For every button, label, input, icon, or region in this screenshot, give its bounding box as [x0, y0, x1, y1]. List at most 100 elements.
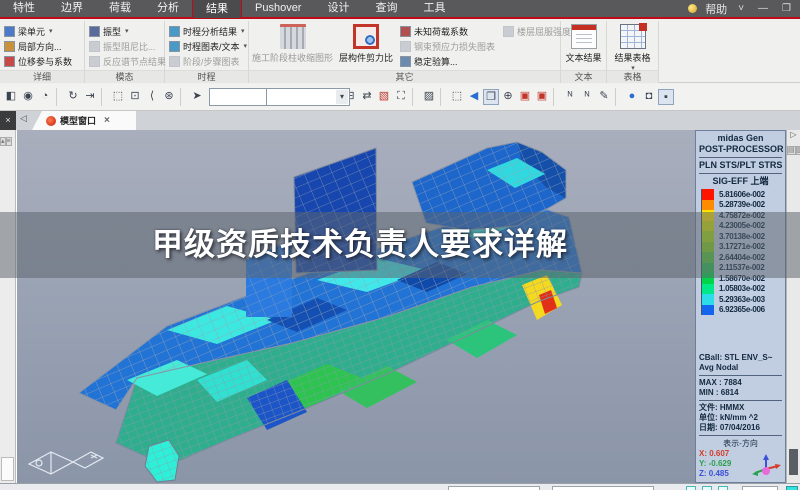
member-shear-ratio-button[interactable]: 层构件剪力比 — [336, 21, 396, 68]
ribbon-item[interactable]: 梁单元 ▾ — [4, 24, 80, 38]
model-viewport[interactable] — [16, 130, 695, 483]
active-all-icon[interactable]: ▣ — [517, 89, 533, 105]
ribbon-item[interactable]: 时程图表/文本 ▾ — [169, 39, 247, 53]
active-window-icon[interactable]: ▣ — [534, 89, 550, 105]
status-color-swatch[interactable] — [786, 486, 798, 490]
display-icon[interactable]: ❐ — [483, 89, 499, 105]
tab-scroll-left-icon[interactable]: ◁ — [20, 113, 27, 124]
works-tree-icon[interactable]: ▤ — [787, 146, 796, 155]
caret-icon: ▾ — [241, 28, 245, 35]
status-field[interactable] — [552, 486, 654, 490]
label-option-icon[interactable]: ✎ — [596, 89, 612, 105]
legend-mode: PLN STS/PLT STRS — [699, 160, 783, 170]
separator[interactable] — [553, 88, 559, 106]
pan-icon[interactable]: ⇄ — [359, 89, 375, 105]
window-controls: 帮助 ˅ — ❐ — [688, 1, 800, 17]
separator[interactable] — [101, 88, 107, 106]
redo-icon[interactable]: ↻ — [65, 89, 81, 105]
tree-icon[interactable]: ≡ — [5, 137, 12, 146]
text-result-button[interactable]: 文本结果 — [561, 21, 606, 64]
perspective-icon[interactable]: ⛶ — [393, 89, 409, 105]
overlay-band: 甲级资质技术负责人要求详解 — [0, 212, 800, 278]
caret-icon: ▾ — [125, 28, 129, 35]
menu-tab[interactable]: Pushover — [242, 0, 314, 18]
ribbon-item[interactable]: 局部方向... — [4, 39, 80, 53]
ribbon-item[interactable]: 稳定验算... — [400, 54, 495, 68]
status-toggle[interactable] — [686, 486, 696, 490]
goto-step-icon[interactable]: ⇥ — [82, 89, 98, 105]
display-option-icon[interactable]: ⊕ — [500, 89, 516, 105]
caret-icon: ▾ — [243, 43, 248, 50]
separator[interactable] — [615, 88, 621, 106]
minimize-button[interactable]: — — [755, 3, 771, 14]
ucs-combo[interactable] — [266, 88, 350, 106]
ribbon-item[interactable]: 振型阻尼比... — [89, 39, 160, 53]
status-field[interactable] — [742, 486, 778, 490]
ribbon-item-icon — [400, 25, 412, 37]
expand-right-icon[interactable]: ▷ — [787, 130, 800, 139]
render-view-icon[interactable]: ◀ — [466, 89, 482, 105]
menu-tab[interactable]: 设计 — [314, 0, 362, 18]
select-polygon-icon[interactable]: ⟨ — [144, 89, 160, 105]
hidden-surface-icon[interactable]: ⬚ — [449, 89, 465, 105]
ribbon-item[interactable]: 阶段/步骤图表 — [169, 54, 244, 68]
group-tree-icon[interactable]: ▥ — [795, 146, 800, 155]
menu-tab[interactable]: 荷载 — [96, 0, 144, 18]
separator[interactable] — [180, 88, 186, 106]
construction-stage-column-button[interactable]: 施工阶段柱收缩图形 — [249, 21, 336, 68]
element-number-icon[interactable]: ᴺ — [579, 89, 595, 105]
menu-tab[interactable]: 边界 — [48, 0, 96, 18]
legend-entry: 5.28739e-002 — [701, 199, 782, 210]
menu-tab[interactable]: 工具 — [410, 0, 458, 18]
lock-icon[interactable]: ◘ — [641, 89, 657, 105]
ribbon-item[interactable]: 振型 ▾ — [89, 24, 160, 38]
left-collapsed-panel[interactable]: ▴ ≡ — [0, 130, 16, 483]
result-table-button[interactable]: 结果表格 ▾ — [607, 21, 658, 72]
ribbon-item-icon — [400, 55, 412, 67]
select-circle-icon[interactable]: ⊛ — [161, 89, 177, 105]
ribbon-item[interactable]: 钢束预应力损失图表 — [400, 39, 495, 53]
status-toggle[interactable] — [702, 486, 712, 490]
ribbon: 梁单元 ▾ 局部方向... 位移参与系数 详细 振型 ▾ 振型阻尼比... 反应… — [0, 21, 800, 83]
chevron-down-icon[interactable]: ˅ — [735, 3, 747, 14]
ribbon-item[interactable]: 时程分析结果 ▾ — [169, 24, 245, 38]
pointer-icon[interactable]: ➤ — [189, 89, 205, 105]
node-number-icon[interactable]: ᴺ — [562, 89, 578, 105]
ribbon-item[interactable]: 未知荷载系数 — [400, 24, 495, 38]
query-icon[interactable]: ● — [624, 89, 640, 105]
separator[interactable] — [56, 88, 62, 106]
right-toolbar-strip[interactable]: ▷ ▤▥▦▧▨▩▤▥▦▧▨▩ — [786, 130, 800, 483]
select-previous-icon[interactable]: ◧ — [3, 89, 19, 105]
tab-model-window[interactable]: 模型窗口 × — [32, 111, 136, 130]
select-recent-icon[interactable]: ◉ — [20, 89, 36, 105]
legend-direction-title: 表示-方向 — [723, 439, 758, 448]
menu-tab[interactable]: 分析 — [144, 0, 192, 18]
separator[interactable] — [440, 88, 446, 106]
tab-close-icon[interactable]: × — [104, 115, 110, 126]
status-toggle[interactable] — [718, 486, 728, 490]
left-panel-thumb[interactable] — [1, 457, 14, 481]
legend-swatch — [701, 294, 714, 305]
menu-tab[interactable]: 结果 — [192, 0, 242, 18]
rotate-view-icon[interactable]: ◔ — [37, 89, 53, 105]
restore-button[interactable]: ❐ — [779, 3, 794, 14]
menu-tab[interactable]: 查询 — [362, 0, 410, 18]
scrollbar-thumb[interactable] — [789, 449, 798, 475]
caret-icon: ▾ — [49, 28, 53, 35]
help-button[interactable]: 帮助 — [705, 1, 727, 17]
select-window-icon[interactable]: ⬚ — [110, 89, 126, 105]
pin-icon[interactable]: ▴ — [0, 137, 6, 146]
view-triad-icon — [27, 451, 105, 475]
select-plane-icon[interactable]: ⊡ — [127, 89, 143, 105]
left-panel-close-button[interactable]: × — [0, 111, 16, 130]
status-field[interactable] — [448, 486, 540, 490]
shrink-icon[interactable]: ▨ — [421, 89, 437, 105]
dynamic-rotate-icon[interactable]: ▧ — [376, 89, 392, 105]
legend-panel: midas Gen POST-PROCESSOR PLN STS/PLT STR… — [695, 130, 786, 483]
separator[interactable] — [412, 88, 418, 106]
ribbon-item[interactable]: 位移参与系数 — [4, 54, 80, 68]
legend-min: MIN : 6814 — [699, 388, 739, 397]
ribbon-item[interactable]: 反应谱节点结果 — [89, 54, 166, 68]
menu-tab[interactable]: 特性 — [0, 0, 48, 18]
snap-icon[interactable]: ▪ — [658, 89, 674, 105]
